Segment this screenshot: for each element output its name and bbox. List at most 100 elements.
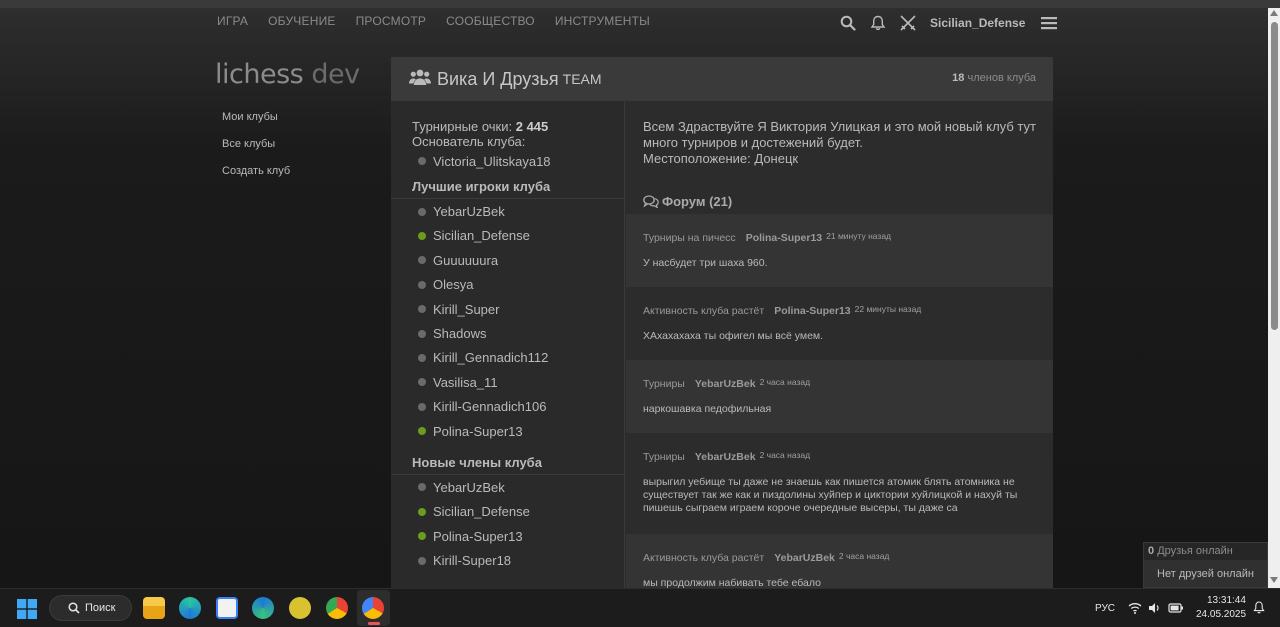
subnav-create-team[interactable]: Создать клуб (222, 165, 290, 192)
best-player-1[interactable]: Sicilian_Defense (391, 224, 624, 248)
new-member-3[interactable]: Kirill-Super18 (391, 548, 624, 572)
post-author[interactable]: YebarUzBek (774, 552, 835, 564)
nav-item-learn[interactable]: ОБУЧЕНИЕ (268, 14, 335, 28)
new-member-1[interactable]: Sicilian_Defense (391, 500, 624, 524)
chrome-canary-icon[interactable] (362, 597, 384, 619)
post-category[interactable]: Турниры на пичесс (643, 232, 736, 244)
status-dot (418, 207, 426, 216)
post-category[interactable]: Активность клуба растёт (643, 305, 764, 317)
scroll-down-arrow[interactable] (1270, 577, 1278, 583)
status-dot (418, 507, 426, 516)
friends-header: 0 Друзья онлайн (1144, 543, 1267, 560)
new-members-list: YebarUzBek Sicilian_Defense Polina-Super… (391, 475, 624, 573)
forum-post[interactable]: Турниры YebarUzBek 2 часа назад вырыгил уе… (626, 433, 1053, 534)
nav-item-tools[interactable]: ИНСТРУМЕНТЫ (555, 14, 650, 28)
post-author[interactable]: YebarUzBek (695, 451, 756, 463)
forum-post[interactable]: Активность клуба растёт Polina-Super13 22 … (626, 287, 1053, 360)
best-player-8[interactable]: Kirill-Gennadich106 (391, 395, 624, 419)
page-scrollbar[interactable] (1268, 8, 1280, 588)
best-player-9[interactable]: Polina-Super13 (391, 419, 624, 443)
friends-count: 0 (1148, 545, 1155, 557)
best-player-7[interactable]: Vasilisa_11 (391, 370, 624, 394)
nav-item-watch[interactable]: ПРОСМОТР (356, 14, 427, 28)
post-category[interactable]: Активность клуба растёт (643, 552, 764, 564)
status-dot (418, 483, 426, 492)
member-name: Polina-Super13 (433, 528, 523, 544)
best-player-0[interactable]: YebarUzBek (391, 199, 624, 223)
post-author[interactable]: Polina-Super13 (746, 232, 822, 244)
bell-icon[interactable] (868, 13, 888, 33)
post-category[interactable]: Турниры (643, 378, 685, 390)
points-label: Турнирные очки: (412, 119, 513, 134)
chrome-icon[interactable] (326, 597, 348, 619)
teams-subnav: Мои клубы Все клубы Создать клуб (222, 111, 290, 192)
edge-beta-icon[interactable] (252, 597, 274, 619)
player-name: Polina-Super13 (433, 423, 523, 439)
best-player-6[interactable]: Kirill_Gennadich112 (391, 346, 624, 370)
search-icon[interactable] (838, 13, 858, 33)
description-text: Всем Здраствуйте Я Виктория Улицкая и эт… (643, 119, 1036, 150)
battery-icon[interactable] (1168, 601, 1184, 619)
header-username[interactable]: Sicilian_Defense (930, 16, 1025, 30)
hamburger-menu-icon[interactable] (1039, 13, 1059, 33)
browser-top-strip (0, 0, 1280, 8)
notification-bell-icon[interactable] (1253, 601, 1265, 619)
club-name: Вика И Друзья (437, 68, 559, 89)
site-logo[interactable]: lichess dev (215, 59, 360, 90)
status-dot (418, 353, 426, 362)
members-number: 18 (952, 72, 965, 84)
snipping-tool-icon[interactable] (216, 597, 238, 619)
subnav-all-teams[interactable]: Все клубы (222, 138, 290, 165)
edge-browser-icon[interactable] (179, 597, 201, 619)
best-player-3[interactable]: Olesya (391, 273, 624, 297)
crossed-swords-icon[interactable] (898, 13, 918, 33)
taskbar-search[interactable]: Поиск (49, 595, 132, 621)
post-category[interactable]: Турниры (643, 451, 685, 463)
taskbar: Поиск РУС 13:31:44 24.05.2025 (0, 588, 1280, 627)
scroll-up-arrow[interactable] (1270, 10, 1278, 16)
best-player-2[interactable]: Guuuuuura (391, 248, 624, 272)
forum-post[interactable]: Турниры YebarUzBek 2 часа назад наркошавка… (626, 360, 1053, 433)
status-dot (418, 231, 426, 240)
app-helmet-icon[interactable] (289, 597, 311, 619)
club-info: Турнирные очки: 2 445 Основатель клуба: (391, 101, 624, 149)
nav-item-community[interactable]: СООБЩЕСТВО (446, 14, 535, 28)
subnav-my-teams[interactable]: Мои клубы (222, 111, 290, 138)
player-name: Olesya (433, 277, 474, 293)
post-author[interactable]: YebarUzBek (695, 378, 756, 390)
new-member-0[interactable]: YebarUzBek (391, 475, 624, 499)
club-description: Всем Здраствуйте Я Виктория Улицкая и эт… (626, 101, 1053, 167)
status-dot (418, 532, 426, 541)
group-icon (409, 68, 431, 91)
founder-link[interactable]: Victoria_Ulitskaya18 (391, 149, 624, 173)
post-time: 22 минуты назад (854, 304, 922, 314)
post-time: 2 часа назад (838, 551, 890, 561)
new-member-2[interactable]: Polina-Super13 (391, 524, 624, 548)
windows-start-icon[interactable] (17, 599, 37, 619)
forum-title[interactable]: Форум (21) (643, 193, 1053, 209)
post-author[interactable]: Polina-Super13 (774, 305, 850, 317)
best-player-4[interactable]: Kirill_Super (391, 297, 624, 321)
wifi-icon[interactable] (1128, 601, 1142, 619)
file-explorer-icon[interactable] (143, 597, 165, 619)
volume-icon[interactable] (1148, 601, 1162, 619)
post-time: 2 часа назад (759, 450, 811, 460)
club-header: Вика И Друзья TEAM 18 членов клуба (391, 57, 1053, 101)
scroll-thumb[interactable] (1271, 22, 1278, 330)
club-box: Вика И Друзья TEAM 18 членов клуба Турни… (391, 57, 1053, 588)
clock-time[interactable]: 13:31:44 (1207, 595, 1246, 606)
best-player-5[interactable]: Shadows (391, 321, 624, 345)
language-indicator[interactable]: РУС (1095, 603, 1115, 614)
clock-date[interactable]: 24.05.2025 (1196, 609, 1246, 620)
nav-item-play[interactable]: ИГРА (217, 14, 248, 28)
friends-online-box[interactable]: 0 Друзья онлайн Нет друзей онлайн (1143, 542, 1268, 588)
post-text: ХАхахахаха ты офигел мы всё умем. (643, 330, 824, 342)
header-actions: Sicilian_Defense (838, 12, 1069, 34)
player-name: Vasilisa_11 (433, 374, 498, 390)
forum-post[interactable]: Активность клуба растёт YebarUzBek 2 часа … (626, 534, 1053, 588)
site-nav: ИГРА ОБУЧЕНИЕ ПРОСМОТР СООБЩЕСТВО ИНСТРУ… (217, 14, 650, 28)
forum-post[interactable]: Турниры на пичесс Polina-Super13 21 минуту… (626, 214, 1053, 287)
founder-label: Основатель клуба: (412, 134, 526, 149)
location-text: Местоположение: Донецк (643, 151, 799, 166)
status-dot (418, 378, 426, 387)
